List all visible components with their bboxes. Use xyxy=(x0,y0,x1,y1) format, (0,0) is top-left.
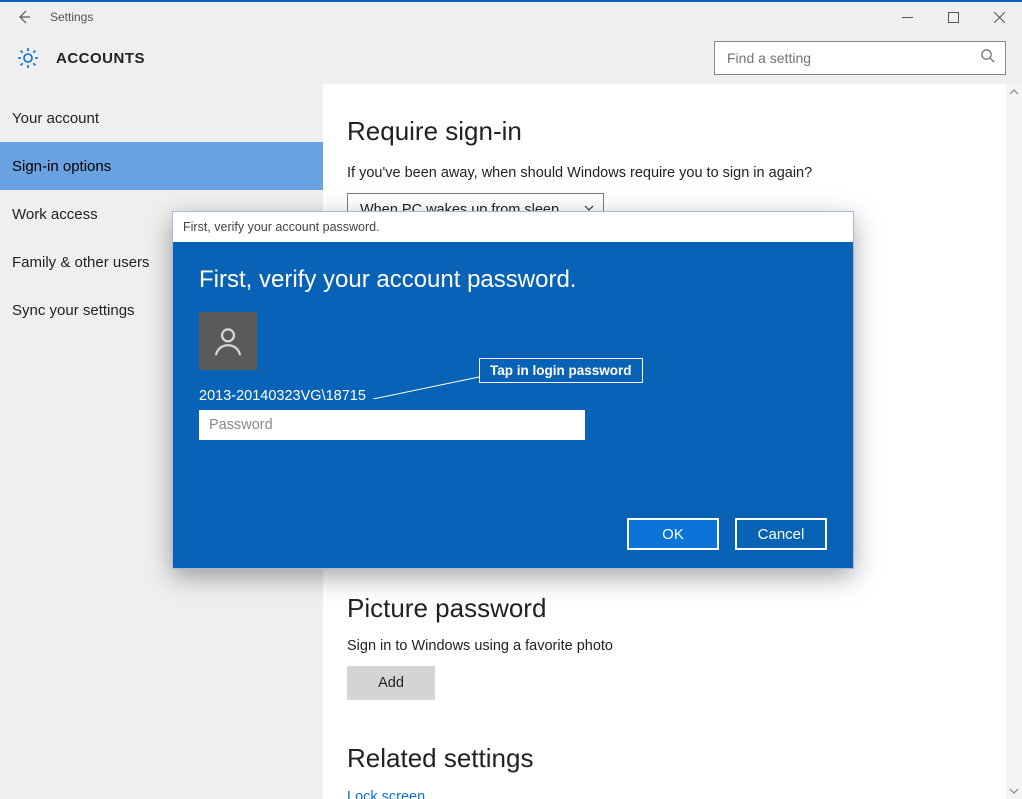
add-picture-password-button[interactable]: Add xyxy=(347,666,435,700)
back-button[interactable] xyxy=(12,5,36,29)
scroll-up-icon[interactable] xyxy=(1006,84,1022,100)
page-title: ACCOUNTS xyxy=(56,50,145,67)
password-input[interactable] xyxy=(199,410,585,440)
search-input[interactable] xyxy=(727,50,980,66)
dialog-titlebar: First, verify your account password. xyxy=(173,212,853,242)
person-icon xyxy=(211,324,245,358)
section-heading: Related settings xyxy=(347,743,982,774)
minimize-button[interactable] xyxy=(884,2,930,32)
avatar xyxy=(199,312,257,370)
sidebar-item-label: Your account xyxy=(12,110,99,127)
section-require-signin: Require sign-in If you've been away, whe… xyxy=(347,108,982,227)
section-heading: Picture password xyxy=(347,593,982,624)
section-related-settings: Related settings Lock screen xyxy=(347,719,982,799)
close-button[interactable] xyxy=(976,2,1022,32)
section-heading: Require sign-in xyxy=(347,116,982,147)
dialog-actions: OK Cancel xyxy=(627,518,827,550)
cancel-button[interactable]: Cancel xyxy=(735,518,827,550)
ok-button[interactable]: OK xyxy=(627,518,719,550)
sidebar-item-label: Sign-in options xyxy=(12,158,111,175)
scroll-down-icon[interactable] xyxy=(1006,783,1022,799)
search-icon xyxy=(980,48,995,68)
window-controls xyxy=(884,2,1022,32)
arrow-left-icon xyxy=(16,9,32,25)
annotation-callout: Tap in login password xyxy=(479,358,643,383)
verify-password-dialog: First, verify your account password. Fir… xyxy=(172,211,854,569)
titlebar: Settings xyxy=(0,2,1022,32)
section-description: If you've been away, when should Windows… xyxy=(347,165,982,181)
minimize-icon xyxy=(902,12,913,23)
dialog-heading: First, verify your account password. xyxy=(199,266,827,294)
lock-screen-link[interactable]: Lock screen xyxy=(347,789,425,799)
close-icon xyxy=(994,12,1005,23)
maximize-button[interactable] xyxy=(930,2,976,32)
settings-window: Settings ACCOUNTS Y xyxy=(0,0,1022,799)
search-box[interactable] xyxy=(714,41,1006,75)
sidebar-item-your-account[interactable]: Your account xyxy=(0,94,323,142)
sidebar-item-label: Sync your settings xyxy=(12,302,135,319)
maximize-icon xyxy=(948,12,959,23)
sidebar-item-label: Work access xyxy=(12,206,98,223)
scrollbar[interactable] xyxy=(1006,84,1022,799)
section-picture-password: Picture password Sign in to Windows usin… xyxy=(347,569,982,700)
gear-icon xyxy=(16,46,40,70)
sidebar-item-signin-options[interactable]: Sign-in options xyxy=(0,142,323,190)
header: ACCOUNTS xyxy=(0,32,1022,84)
section-description: Sign in to Windows using a favorite phot… xyxy=(347,638,982,654)
window-title: Settings xyxy=(50,10,93,24)
dialog-body: First, verify your account password. 201… xyxy=(173,242,853,568)
username-label: 2013-20140323VG\18715 xyxy=(199,388,827,404)
sidebar-item-label: Family & other users xyxy=(12,254,150,271)
